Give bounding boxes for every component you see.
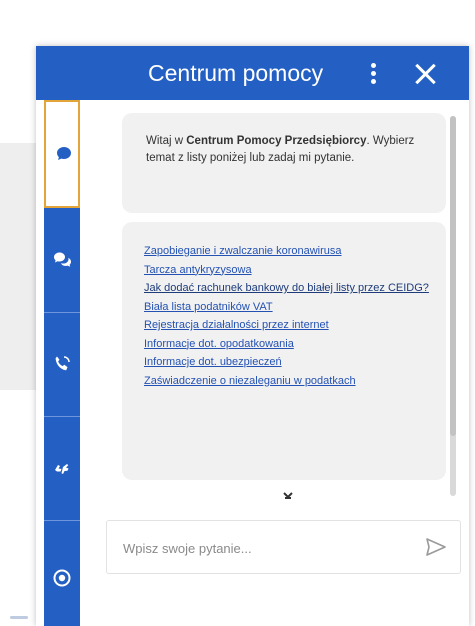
close-icon[interactable]	[412, 60, 440, 88]
topic-link-zaswiadczenie[interactable]: Zaświadczenie o niezaleganiu w podatkach	[144, 374, 434, 390]
welcome-message: Witaj w Centrum Pomocy Przedsiębiorcy. W…	[122, 113, 446, 213]
topic-link-koronawirus[interactable]: Zapobieganie i zwalczanie koronawirusa	[144, 244, 434, 260]
scroll-down-icon[interactable]	[282, 490, 294, 502]
topic-link-rachunek[interactable]: Jak dodać rachunek bankowy do białej lis…	[144, 281, 434, 297]
background-panel	[0, 143, 40, 390]
accessibility-icon	[53, 569, 71, 587]
sidebar-item-conversation[interactable]	[44, 208, 80, 313]
topic-links-message: Zapobieganie i zwalczanie koronawirusa T…	[122, 222, 446, 480]
widget-header: Centrum pomocy	[36, 46, 469, 100]
channel-sidebar	[44, 100, 80, 626]
topic-link-tarcza[interactable]: Tarcza antykryzysowa	[144, 263, 434, 279]
help-center-widget: Centrum pomocy Witaj w Centrum Pomocy Pr…	[36, 46, 469, 626]
sidebar-item-phone[interactable]	[44, 312, 80, 417]
chat-scrollbar-thumb[interactable]	[450, 116, 456, 436]
question-input[interactable]	[121, 535, 415, 561]
send-icon[interactable]	[426, 538, 446, 556]
conversation-icon	[54, 252, 71, 267]
sidebar-item-chat[interactable]	[44, 100, 80, 208]
chat-bubble-icon	[57, 147, 71, 160]
welcome-prefix: Witaj w	[146, 135, 187, 147]
sidebar-item-accessibility[interactable]	[44, 520, 80, 626]
kebab-menu-icon[interactable]	[366, 62, 380, 86]
message-input-box	[106, 520, 461, 574]
sign-language-icon	[55, 464, 69, 474]
sidebar-item-sign-language[interactable]	[44, 416, 80, 521]
welcome-brand: Centrum Pomocy Przedsiębiorcy	[186, 135, 367, 147]
topic-link-opodatkowanie[interactable]: Informacje dot. opodatkowania	[144, 337, 434, 353]
topic-link-biala-lista[interactable]: Biała lista podatników VAT	[144, 300, 434, 316]
topic-link-rejestracja[interactable]: Rejestracja działalności przez internet	[144, 318, 434, 334]
topic-link-ubezpieczenia[interactable]: Informacje dot. ubezpieczeń	[144, 355, 434, 371]
phone-icon	[55, 356, 70, 371]
widget-title: Centrum pomocy	[148, 60, 324, 86]
